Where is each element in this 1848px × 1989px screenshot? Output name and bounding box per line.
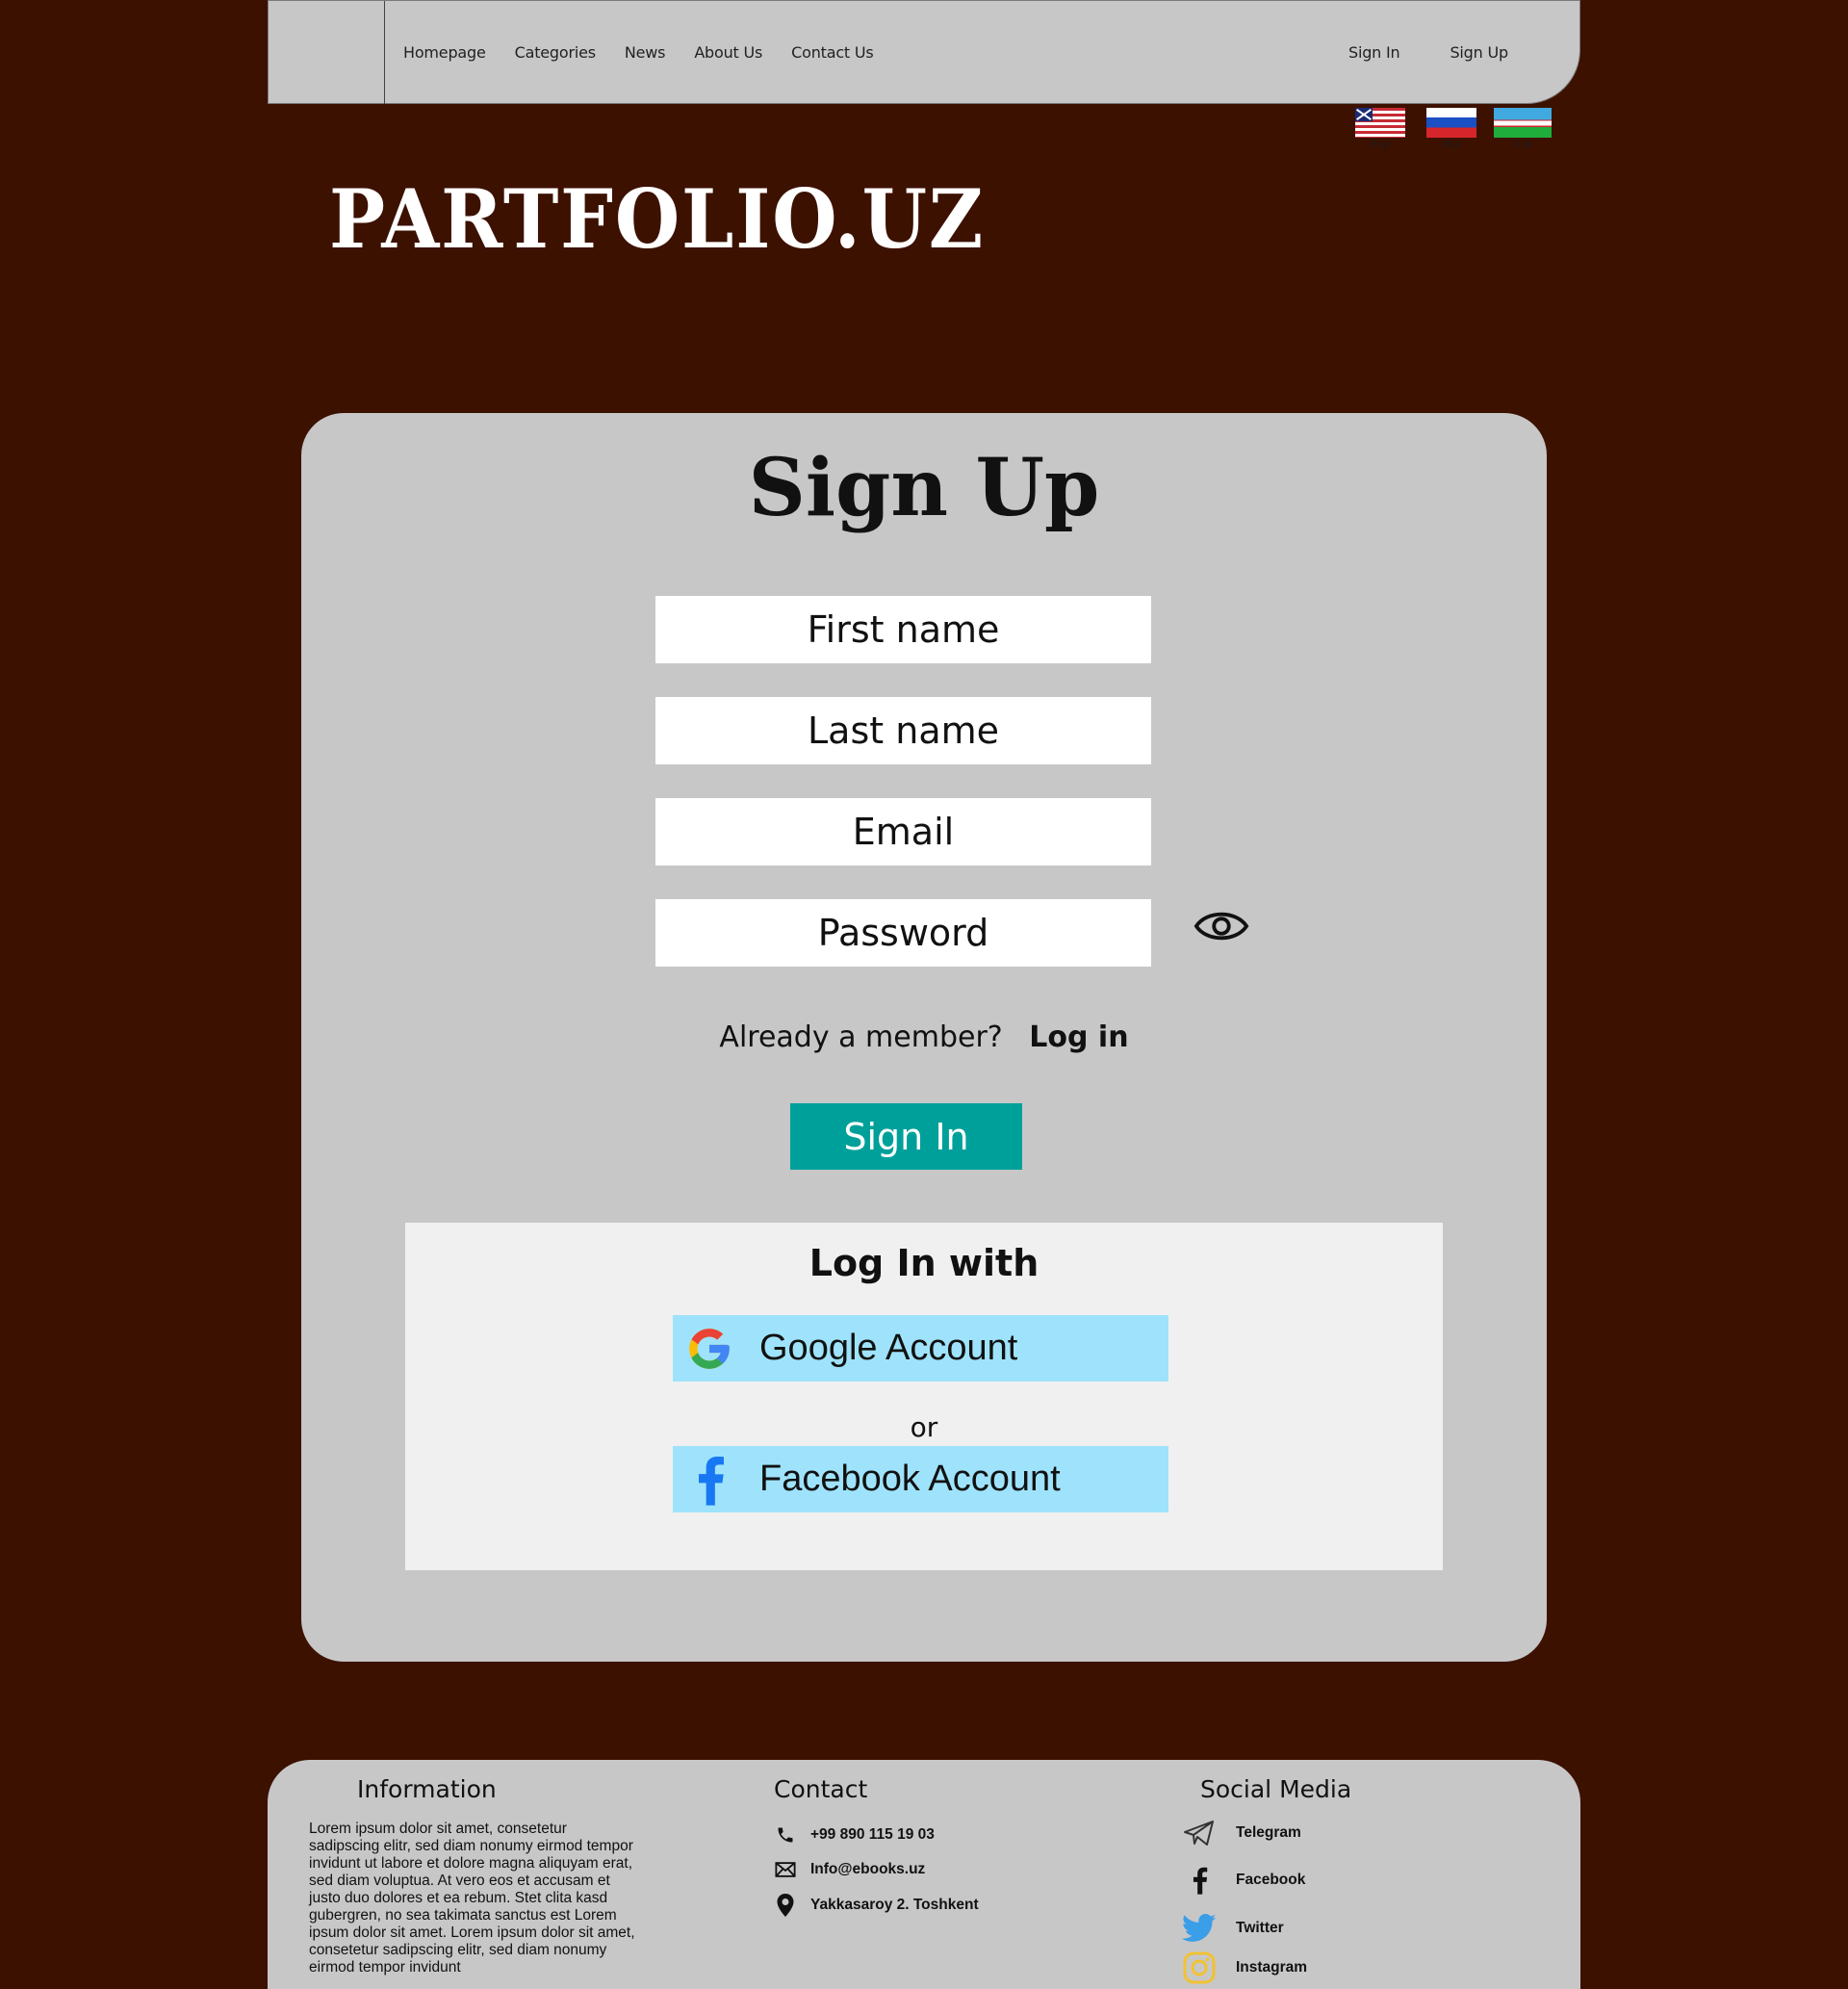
nav-contact-us-link[interactable]: Contact Us [791,43,874,62]
footer-information-title: Information [357,1775,497,1803]
contact-phone[interactable]: +99 890 115 19 03 [774,1823,935,1847]
or-separator: or [910,1411,938,1443]
nav-sign-in-link[interactable]: Sign In [1348,43,1400,62]
contact-email[interactable]: Info@ebooks.uz [774,1858,925,1881]
telegram-label: Telegram [1236,1824,1301,1841]
email-text: Info@ebooks.uz [810,1861,926,1877]
language-option-uzb[interactable]: Uzb [1494,108,1552,150]
twitter-label: Twitter [1236,1920,1284,1936]
site-brand-title: PARTFOLIO.UZ [329,171,986,267]
logo-placeholder[interactable] [269,1,385,104]
footer: Information Lorem ipsum dolor sit amet, … [268,1760,1580,1989]
google-icon [680,1320,738,1378]
nav-news-link[interactable]: News [625,43,666,62]
sign-up-card: Sign Up Already a member? Log in Sign In… [301,413,1547,1662]
already-member-row: Already a member? Log in [301,1020,1547,1054]
facebook-icon [1182,1863,1217,1898]
facebook-account-label: Facebook Account [759,1459,1061,1499]
location-pin-icon [774,1894,797,1917]
mail-icon [774,1858,797,1881]
address-text: Yakkasaroy 2. Toshkent [810,1897,979,1913]
footer-information-text: Lorem ipsum dolor sit amet, consetetur s… [309,1821,635,1976]
first-name-field[interactable] [655,596,1151,663]
password-field[interactable] [655,899,1151,967]
footer-social-title: Social Media [1200,1775,1352,1803]
telegram-icon [1182,1816,1217,1850]
social-twitter-link[interactable]: Twitter [1182,1911,1284,1946]
social-login-title: Log In with [808,1242,1040,1284]
already-member-text: Already a member? [719,1020,1003,1054]
us-flag-icon [1355,108,1405,138]
email-field[interactable] [655,798,1151,865]
social-instagram-link[interactable]: Instagram [1182,1950,1307,1985]
facebook-icon [680,1451,738,1509]
page-title: Sign Up [748,442,1100,534]
nav-about-us-link[interactable]: About Us [694,43,762,62]
nav-categories-link[interactable]: Categories [515,43,596,62]
google-account-button[interactable]: Google Account [673,1315,1168,1382]
phone-text: +99 890 115 19 03 [810,1826,935,1843]
facebook-label: Facebook [1236,1872,1306,1888]
contact-address[interactable]: Yakkasaroy 2. Toshkent [774,1894,979,1917]
instagram-label: Instagram [1236,1959,1308,1976]
social-facebook-link[interactable]: Facebook [1182,1863,1305,1898]
language-option-rus[interactable]: Rus [1426,108,1476,150]
language-label: Eng [1370,140,1391,150]
footer-contact-title: Contact [774,1775,868,1803]
auth-links: Sign In Sign Up [1348,43,1508,62]
log-in-link[interactable]: Log in [1029,1020,1128,1054]
main-menu: Homepage Categories News About Us Contac… [403,43,874,62]
social-login-panel: Log In with Google Account or Facebook A… [405,1223,1443,1570]
language-selector: Eng Rus Uzb [1355,108,1552,150]
nav-sign-up-link[interactable]: Sign Up [1450,43,1508,62]
eye-icon[interactable] [1194,898,1249,954]
nav-homepage-link[interactable]: Homepage [403,43,486,62]
social-telegram-link[interactable]: Telegram [1182,1816,1301,1850]
facebook-account-button[interactable]: Facebook Account [673,1446,1168,1512]
sign-in-button[interactable]: Sign In [790,1103,1022,1170]
language-option-eng[interactable]: Eng [1355,108,1405,150]
top-navigation-bar: Homepage Categories News About Us Contac… [268,0,1580,104]
instagram-icon [1182,1950,1217,1985]
language-label: Uzb [1512,140,1533,150]
google-account-label: Google Account [759,1328,1018,1368]
russia-flag-icon [1426,108,1476,138]
phone-icon [774,1823,797,1847]
uzbekistan-flag-icon [1494,108,1552,138]
language-label: Rus [1442,140,1461,150]
last-name-field[interactable] [655,697,1151,764]
twitter-icon [1182,1911,1217,1946]
